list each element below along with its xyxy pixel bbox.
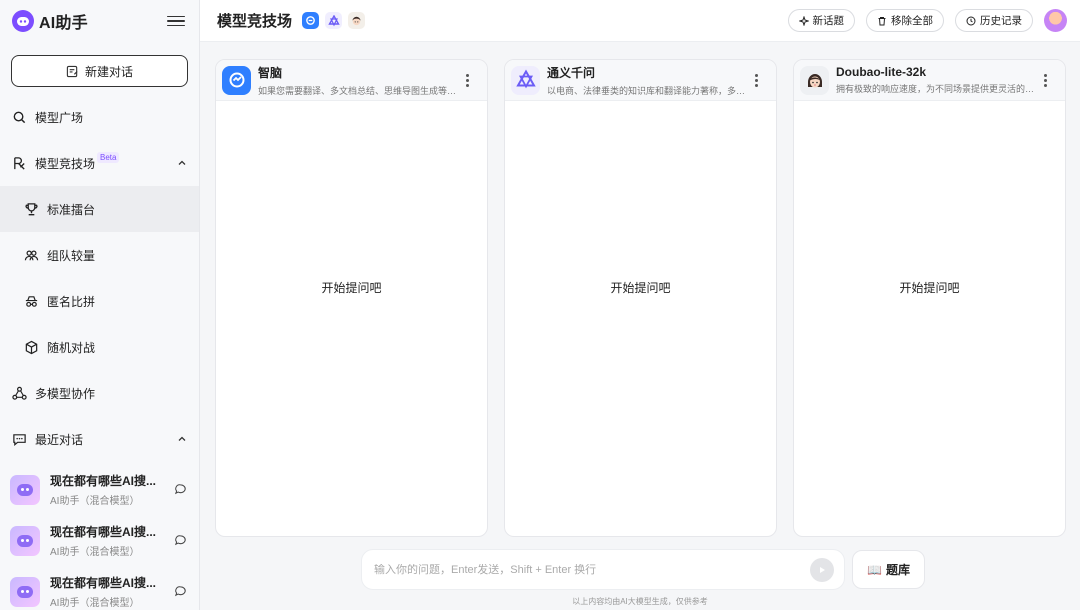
assistant-avatar-icon [10, 525, 40, 556]
history-label: 历史记录 [980, 15, 1022, 27]
disclaimer: 以上内容均由AI大模型生成，仅供参考 [572, 597, 708, 606]
beta-badge: Beta [97, 151, 120, 163]
app-name: AI助手 [39, 15, 88, 32]
zhinao-logo-icon [222, 65, 251, 95]
panel-body: 开始提问吧 [794, 101, 1065, 536]
model-panel-qwen: 通义千问 以电商、法律垂类的知识库和翻译能力著称，多模... 开始提问吧 [504, 59, 777, 537]
more-options-icon[interactable] [755, 74, 758, 87]
sidebar-item-label: 最近对话 [35, 432, 84, 447]
recent-title: 现在都有哪些AI搜... [50, 576, 157, 590]
arena-icon [12, 156, 27, 171]
recent-subtitle: AI助手（混合模型） [50, 547, 140, 558]
chevron-up-icon[interactable] [178, 159, 186, 167]
model-name: Doubao-lite-32k [836, 65, 927, 79]
question-input[interactable] [374, 563, 810, 576]
new-chat-label: 新建对话 [84, 64, 133, 79]
team-icon [24, 248, 39, 263]
brand-logo-icon [12, 10, 34, 32]
sidebar-item-label: 组队较量 [47, 248, 96, 263]
panel-body: 开始提问吧 [216, 101, 487, 536]
assistant-avatar-icon [10, 474, 40, 505]
recent-list: 现在都有哪些AI搜... AI助手（混合模型） 现在都有哪些AI搜... AI助… [0, 464, 199, 610]
sidebar-item-team-battle[interactable]: 组队较量 [0, 232, 199, 278]
recent-subtitle: AI助手（混合模型） [50, 496, 140, 507]
history-button[interactable]: 历史记录 [955, 9, 1033, 32]
cube-icon [24, 340, 39, 355]
recent-title: 现在都有哪些AI搜... [50, 525, 157, 539]
empty-prompt: 开始提问吧 [610, 280, 671, 295]
panel-header: 智脑 如果您需要翻译、多文档总结、思维导图生成等方... [216, 60, 487, 101]
sidebar-item-standard-arena[interactable]: 标准擂台 [0, 186, 199, 232]
model-description: 拥有极致的响应速度，为不同场景提供更灵活的选... [836, 84, 1036, 94]
model-name: 通义千问 [547, 65, 596, 80]
sidebar-item-random[interactable]: 随机对战 [0, 324, 199, 370]
question-library-label: 题库 [885, 563, 910, 577]
comment-icon[interactable] [174, 534, 187, 547]
more-options-icon[interactable] [1044, 74, 1047, 87]
panel-body: 开始提问吧 [505, 101, 776, 536]
sidebar-item-multi-model[interactable]: 多模型协作 [0, 370, 199, 416]
sidebar-item-label: 标准擂台 [47, 202, 96, 217]
trophy-icon [24, 202, 39, 217]
sidebar-item-anonymous[interactable]: 匿名比拼 [0, 278, 199, 324]
doubao-logo-icon [800, 65, 829, 95]
play-icon [820, 566, 825, 573]
sidebar-item-label: 匿名比拼 [47, 294, 96, 309]
list-item[interactable]: 现在都有哪些AI搜... AI助手（混合模型） [0, 464, 199, 515]
sidebar-item-label: 多模型协作 [35, 386, 96, 401]
send-button[interactable] [810, 557, 834, 582]
more-options-icon[interactable] [466, 74, 469, 87]
model-description: 以电商、法律垂类的知识库和翻译能力著称，多模... [547, 85, 747, 96]
sidebar-item-model-arena[interactable]: 模型竞技场 Beta [0, 140, 199, 186]
model-name: 智脑 [258, 65, 283, 80]
clock-icon [966, 16, 976, 25]
brand: AI助手 [0, 0, 199, 42]
user-avatar[interactable] [1044, 9, 1067, 32]
incognito-icon [24, 294, 39, 309]
comment-icon[interactable] [174, 483, 187, 496]
sidebar-item-label: 随机对战 [47, 340, 96, 355]
page-title: 模型竞技场 [217, 13, 293, 30]
trash-icon [878, 16, 886, 25]
header: 模型竞技场 新话题 移除全部 历史记录 [200, 0, 1080, 42]
edit-icon [66, 65, 78, 77]
selected-models [302, 12, 366, 29]
menu-icon[interactable] [167, 12, 185, 30]
new-topic-button[interactable]: 新话题 [787, 9, 855, 32]
search-icon [12, 110, 27, 125]
model-panel-doubao: Doubao-lite-32k 拥有极致的响应速度，为不同场景提供更灵活的选..… [793, 59, 1066, 537]
sidebar: AI助手 新建对话 模型广场 模型竞技场 Beta 标准擂台 组队较量 匿名比拼 [0, 0, 200, 610]
sidebar-item-label: 模型竞技场 [35, 156, 96, 171]
sidebar-item-model-square[interactable]: 模型广场 [0, 94, 199, 140]
zhinao-logo-icon[interactable] [302, 12, 320, 29]
new-chat-button[interactable]: 新建对话 [11, 55, 188, 87]
qwen-logo-icon[interactable] [325, 12, 343, 29]
sidebar-item-recent[interactable]: 最近对话 [0, 416, 199, 462]
chevron-up-icon[interactable] [178, 435, 186, 443]
list-item[interactable]: 现在都有哪些AI搜... AI助手（混合模型） [0, 515, 199, 566]
collaboration-icon [12, 386, 27, 401]
remove-all-label: 移除全部 [891, 15, 933, 27]
sidebar-item-label: 模型广场 [35, 110, 84, 125]
book-icon: 📖 [867, 562, 882, 577]
empty-prompt: 开始提问吧 [899, 280, 960, 295]
panel-header: 通义千问 以电商、法律垂类的知识库和翻译能力著称，多模... [505, 60, 776, 101]
model-description: 如果您需要翻译、多文档总结、思维导图生成等方... [258, 85, 458, 96]
recent-title: 现在都有哪些AI搜... [50, 474, 157, 488]
qwen-logo-icon [511, 65, 540, 95]
panel-header: Doubao-lite-32k 拥有极致的响应速度，为不同场景提供更灵活的选..… [794, 60, 1065, 101]
doubao-logo-icon[interactable] [348, 12, 366, 29]
chat-input-bar [361, 549, 845, 590]
model-panel-zhinao: 智脑 如果您需要翻译、多文档总结、思维导图生成等方... 开始提问吧 [215, 59, 488, 537]
question-library-button[interactable]: 📖 题库 [852, 550, 925, 589]
new-topic-label: 新话题 [812, 15, 845, 27]
remove-all-button[interactable]: 移除全部 [866, 9, 944, 32]
empty-prompt: 开始提问吧 [321, 280, 382, 295]
chat-icon [12, 432, 27, 447]
sparkle-icon [798, 15, 809, 26]
sidebar-nav: 模型广场 模型竞技场 Beta 标准擂台 组队较量 匿名比拼 随机对战 多模型协… [0, 94, 199, 462]
